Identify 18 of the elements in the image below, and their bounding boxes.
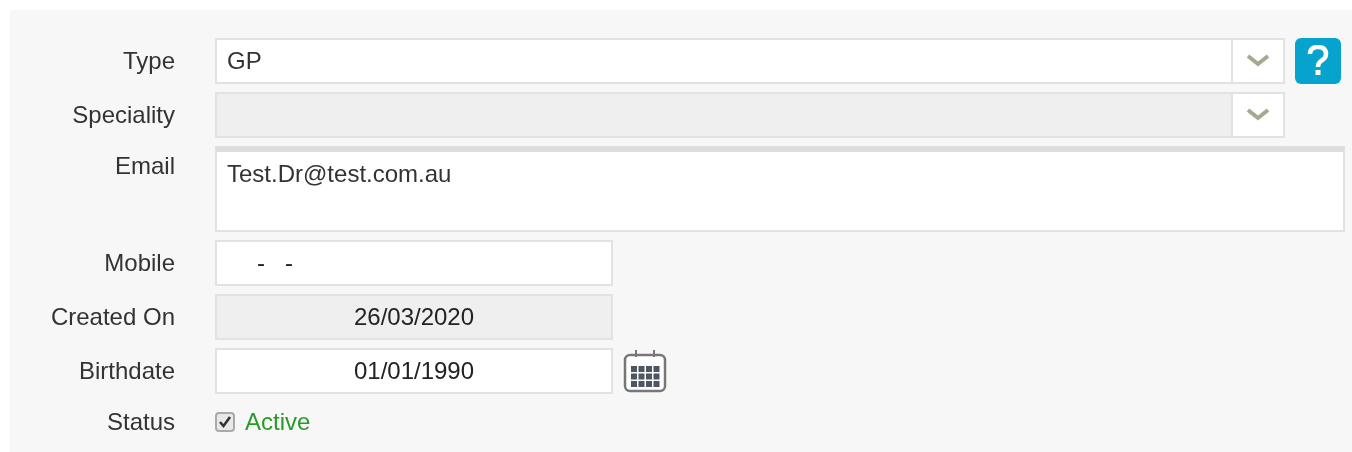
checkbox-label: Active [245,408,311,436]
field-label: Mobile [103,249,175,277]
field-label: Status [105,408,175,436]
field-label: Type [121,47,175,75]
field-label: Email [114,151,175,180]
chevron-down-icon [1246,108,1270,122]
chevron-down-icon [1246,54,1270,68]
input-field[interactable]: - - [215,240,613,286]
field-label: Birthdate [77,357,175,385]
field-label: Created On [49,303,175,331]
input-field[interactable]: 01/01/1990 [215,348,613,394]
question-mark-icon [1307,45,1329,77]
checkbox[interactable] [215,412,235,432]
email-field[interactable]: Test.Dr@test.com.au [215,146,1345,232]
field-label: Speciality [71,101,175,129]
dropdown[interactable]: GP [215,38,1285,84]
calendar-icon[interactable] [623,349,667,393]
help-button[interactable] [1295,38,1341,84]
